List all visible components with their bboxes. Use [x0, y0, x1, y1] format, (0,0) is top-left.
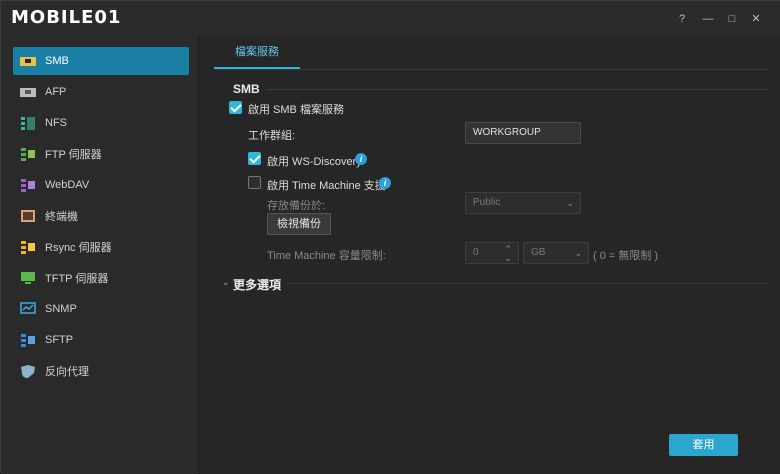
- tm-limit-hint: ( 0 = 無限制 ): [593, 250, 659, 262]
- ws-discovery-label: 啟用 WS-Discovery: [267, 156, 362, 168]
- tm-limit-stepper[interactable]: 0 ⌃ ⌄: [465, 242, 519, 264]
- tab-file-services[interactable]: 檔案服務: [214, 35, 300, 69]
- workgroup-input[interactable]: WORKGROUP: [465, 122, 581, 144]
- sidebar-item-afp[interactable]: AFP: [13, 78, 189, 106]
- tftp-icon: [21, 272, 35, 284]
- tm-limit-unit: GB: [531, 247, 546, 258]
- sidebar-item-nfs[interactable]: NFS: [13, 109, 189, 137]
- enable-smb-checkbox[interactable]: [229, 101, 242, 114]
- app-window: MOBILE01 ? — □ ✕ SMB AFP NFS FTP 伺服器 Web…: [0, 0, 780, 474]
- store-backup-value: Public: [473, 197, 501, 208]
- store-backup-select[interactable]: Public ⌄: [465, 192, 581, 214]
- title-bar: MOBILE01 ? — □ ✕: [1, 1, 780, 35]
- view-backup-button[interactable]: 檢視備份: [267, 213, 331, 235]
- sidebar-item-label: Rsync 伺服器: [45, 242, 112, 254]
- tab-divider: [214, 69, 769, 70]
- sidebar-item-reverse-proxy[interactable]: 反向代理: [13, 357, 189, 385]
- afp-icon: [20, 88, 36, 97]
- sidebar-item-ftp[interactable]: FTP 伺服器: [13, 140, 189, 168]
- time-machine-info-icon[interactable]: i: [379, 177, 391, 189]
- sidebar-item-label: WebDAV: [45, 179, 90, 191]
- help-icon[interactable]: ?: [675, 12, 689, 26]
- sidebar-item-label: AFP: [45, 86, 67, 98]
- tm-limit-unit-select[interactable]: GB ⌄: [523, 242, 589, 264]
- sidebar: SMB AFP NFS FTP 伺服器 WebDAV 終端機 Rsync 伺服器: [1, 35, 199, 474]
- section-title: SMB: [233, 82, 260, 96]
- sftp-icon: [21, 334, 35, 347]
- chevron-down-icon: ⌄: [566, 198, 574, 208]
- more-options-divider: [286, 283, 769, 284]
- chevron-down-icon[interactable]: ⌄: [222, 277, 230, 288]
- smb-icon: [20, 57, 36, 66]
- reverse-proxy-icon: [21, 365, 35, 378]
- sidebar-item-smb[interactable]: SMB: [13, 47, 189, 75]
- more-options-toggle[interactable]: 更多選項: [233, 276, 281, 293]
- app-logo: MOBILE01: [11, 7, 122, 28]
- sidebar-item-rsync[interactable]: Rsync 伺服器: [13, 233, 189, 261]
- sidebar-item-tftp[interactable]: TFTP 伺服器: [13, 264, 189, 292]
- workgroup-label: 工作群組:: [248, 130, 296, 142]
- sidebar-item-sftp[interactable]: SFTP: [13, 326, 189, 354]
- sidebar-item-label: FTP 伺服器: [45, 149, 102, 161]
- sidebar-item-label: NFS: [45, 117, 67, 129]
- sidebar-item-label: 終端機: [45, 211, 78, 223]
- tm-limit-label: Time Machine 容量限制:: [267, 250, 386, 262]
- time-machine-checkbox[interactable]: [248, 176, 261, 189]
- rsync-icon: [21, 241, 35, 254]
- sidebar-item-label: 反向代理: [45, 366, 89, 378]
- store-backup-label: 存放備份於:: [267, 200, 326, 212]
- terminal-icon: [21, 210, 35, 222]
- ws-discovery-info-icon[interactable]: i: [355, 153, 367, 165]
- minimize-icon[interactable]: —: [701, 12, 715, 26]
- tm-limit-value: 0: [473, 247, 479, 258]
- time-machine-label: 啟用 Time Machine 支援: [267, 180, 386, 192]
- chevron-down-icon: ⌄: [574, 248, 582, 258]
- close-icon[interactable]: ✕: [749, 12, 763, 26]
- sidebar-item-label: SFTP: [45, 334, 74, 346]
- sidebar-item-webdav[interactable]: WebDAV: [13, 171, 189, 199]
- enable-smb-label: 啟用 SMB 檔案服務: [248, 104, 344, 116]
- nfs-icon: [21, 117, 35, 130]
- apply-button[interactable]: 套用: [669, 434, 738, 456]
- maximize-icon[interactable]: □: [725, 12, 739, 26]
- main-panel: 檔案服務 SMB 啟用 SMB 檔案服務 工作群組: WORKGROUP 啟用 …: [200, 35, 780, 474]
- webdav-icon: [21, 179, 35, 192]
- sidebar-item-label: SNMP: [45, 303, 77, 315]
- sidebar-item-terminal[interactable]: 終端機: [13, 202, 189, 230]
- section-divider: [266, 89, 769, 90]
- sidebar-item-label: TFTP 伺服器: [45, 273, 109, 285]
- snmp-icon: [20, 302, 36, 314]
- ws-discovery-checkbox[interactable]: [248, 152, 261, 165]
- ftp-icon: [21, 148, 35, 161]
- sidebar-item-snmp[interactable]: SNMP: [13, 295, 189, 323]
- sidebar-item-label: SMB: [45, 55, 69, 67]
- stepper-down-icon[interactable]: ⌄: [504, 248, 512, 268]
